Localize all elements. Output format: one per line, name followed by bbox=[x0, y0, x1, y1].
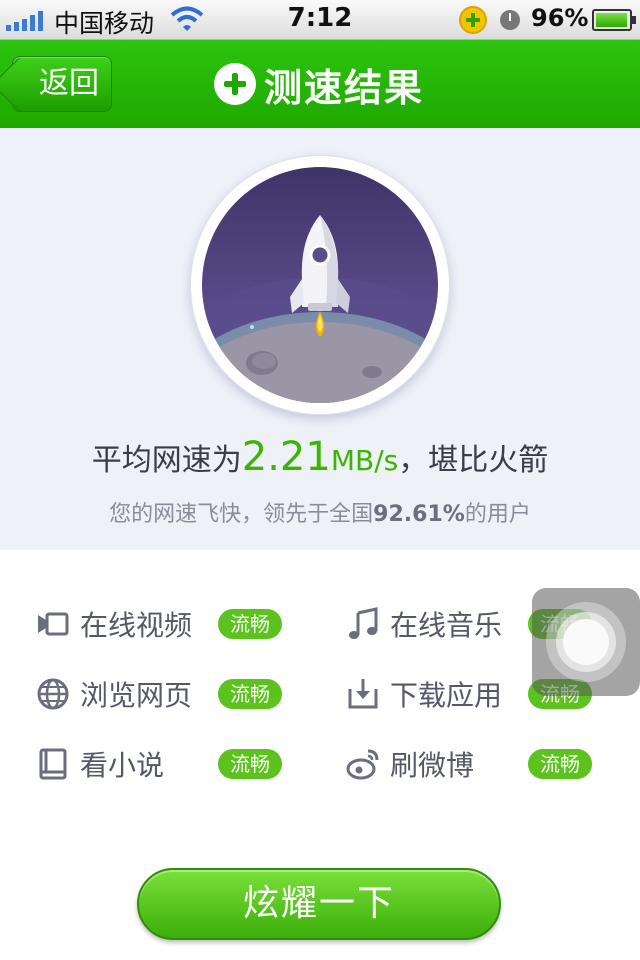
rank-suffix: 的用户 bbox=[464, 502, 531, 527]
status-badge: 流畅 bbox=[528, 749, 592, 779]
avg-speed-prefix: 平均网速为 bbox=[91, 443, 242, 478]
status-badge: 流畅 bbox=[218, 609, 282, 639]
speed-badge bbox=[190, 155, 450, 415]
battery-percent: 96% bbox=[531, 4, 589, 32]
list-item: 浏览网页 流畅 bbox=[36, 672, 282, 716]
clock-icon bbox=[500, 10, 520, 30]
avg-speed-suffix: ，堪比火箭 bbox=[398, 443, 549, 478]
nav-bar: 返回 测速结果 bbox=[0, 40, 640, 128]
back-button[interactable]: 返回 bbox=[12, 56, 112, 112]
rank-prefix: 您的网速飞快，领先于全国 bbox=[109, 502, 374, 527]
download-icon bbox=[348, 679, 378, 709]
share-button[interactable]: 炫耀一下 bbox=[137, 868, 501, 940]
plus-circle-icon bbox=[214, 63, 256, 105]
avg-speed-value: 2.21 bbox=[241, 434, 331, 480]
music-icon bbox=[349, 607, 378, 639]
list-item: 刷微博 流畅 bbox=[346, 742, 592, 786]
rocket-moon-icon bbox=[202, 167, 438, 403]
battery-icon bbox=[592, 9, 636, 31]
item-label: 看小说 bbox=[80, 749, 165, 782]
status-badge: 流畅 bbox=[218, 749, 282, 779]
item-label: 刷微博 bbox=[390, 749, 475, 782]
list-item: 看小说 流畅 bbox=[36, 742, 282, 786]
page-title: 测速结果 bbox=[264, 65, 425, 110]
item-label: 下载应用 bbox=[390, 679, 503, 712]
result-panel: 平均网速为2.21MB/s，堪比火箭 您的网速飞快，领先于全国92.61%的用户 bbox=[0, 128, 640, 550]
nav-title-group: 测速结果 bbox=[214, 58, 424, 110]
weibo-icon bbox=[346, 749, 379, 780]
item-label: 在线音乐 bbox=[390, 609, 503, 642]
average-speed-text: 平均网速为2.21MB/s，堪比火箭 bbox=[0, 434, 640, 480]
assistive-touch-button[interactable] bbox=[532, 588, 640, 696]
item-label: 浏览网页 bbox=[80, 679, 193, 712]
assistive-touch-center bbox=[563, 619, 609, 665]
item-label: 在线视频 bbox=[80, 609, 193, 642]
book-icon bbox=[39, 748, 67, 780]
avg-speed-unit: MB/s bbox=[330, 444, 399, 477]
status-badge: 流畅 bbox=[218, 679, 282, 709]
status-bar: 中国移动 7:12 96% bbox=[0, 0, 640, 40]
rank-percent: 92.61% bbox=[373, 502, 465, 527]
list-item: 在线视频 流畅 bbox=[36, 602, 282, 646]
rank-text: 您的网速飞快，领先于全国92.61%的用户 bbox=[0, 496, 640, 528]
globe-icon bbox=[37, 678, 69, 710]
app-notification-icon bbox=[459, 6, 487, 34]
video-icon bbox=[38, 612, 69, 636]
